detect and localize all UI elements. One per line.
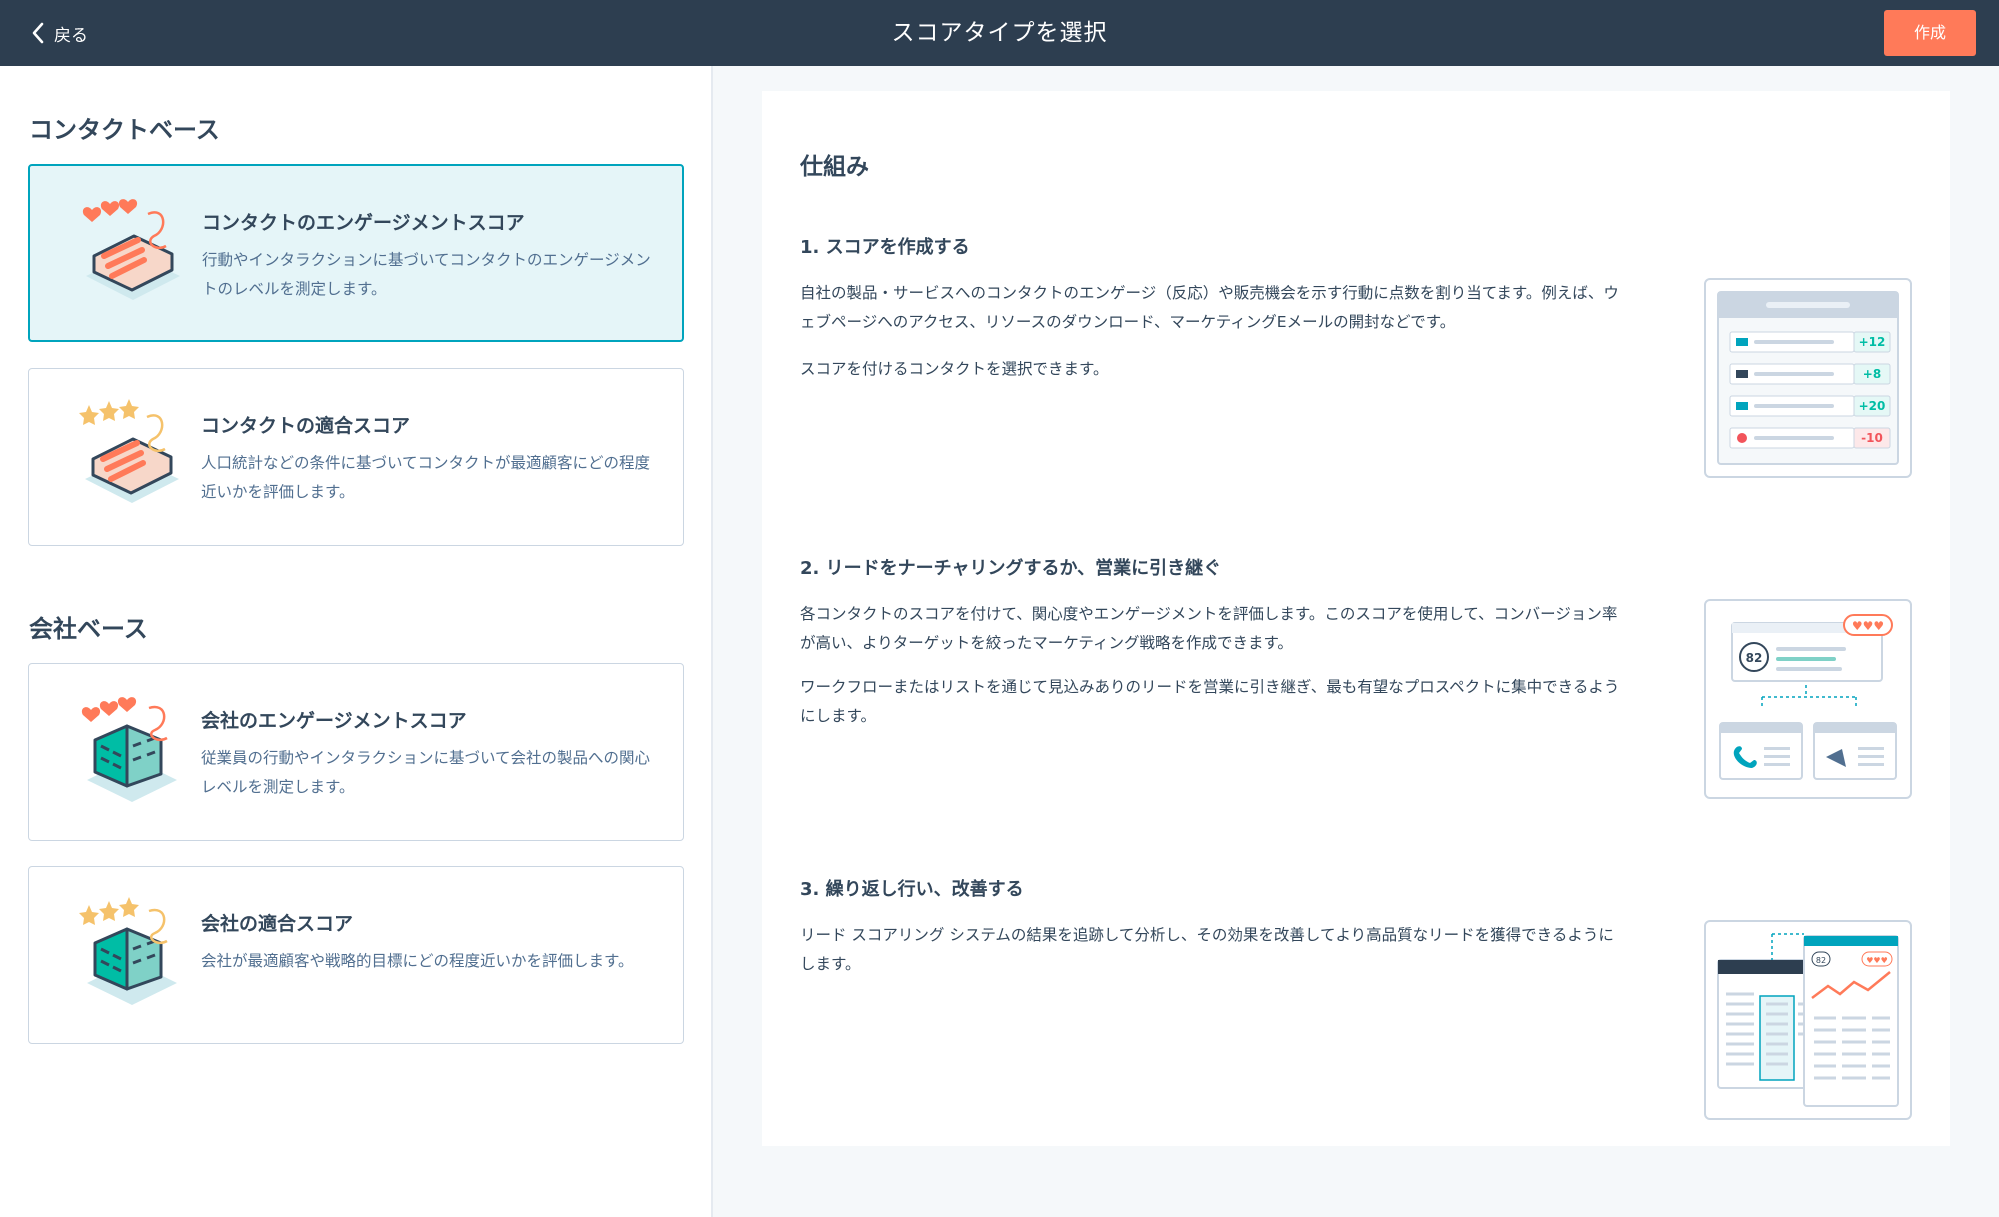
- card-title: 会社のエンゲージメントスコア: [201, 710, 467, 732]
- top-bar: スコアタイプを選択 戻る 作成: [0, 0, 1999, 66]
- contact-engagement-illustration: [82, 199, 180, 300]
- lead-score: 82: [1746, 651, 1763, 665]
- score-value: +20: [1859, 399, 1886, 413]
- card-title: 会社の適合スコア: [201, 913, 354, 935]
- contact-section-heading: コンタクトベース: [29, 116, 220, 144]
- nurture-handoff-illustration: 82 ♥♥♥: [1704, 599, 1912, 799]
- step-2-title: 2. リードをナーチャリングするか、営業に引き継ぐ: [800, 558, 1222, 579]
- chevron-left-icon: [32, 22, 44, 44]
- svg-text:♥♥♥: ♥♥♥: [1852, 619, 1884, 633]
- score-type-list: コンタクトベース コンタクトのエンゲージメントスコア 行動やインタラクションに基…: [0, 66, 713, 1217]
- card-title: コンタクトのエンゲージメントスコア: [202, 212, 525, 234]
- how-it-works-title: 仕組み: [800, 154, 869, 180]
- step-2-text: 各コンタクトのスコアを付けて、関心度やエンゲージメントを評価します。このスコアを…: [800, 605, 1618, 652]
- company-engagement-illustration: [81, 697, 177, 802]
- card-contact-engagement[interactable]: コンタクトのエンゲージメントスコア 行動やインタラクションに基づいてコンタクトの…: [28, 164, 684, 342]
- card-description: 人口統計などの条件に基づいてコンタクトが最適顧客にどの程度近いかを評価します。: [201, 454, 651, 501]
- card-contact-fit[interactable]: コンタクトの適合スコア 人口統計などの条件に基づいてコンタクトが最適顧客にどの程…: [28, 368, 684, 546]
- card-company-engagement[interactable]: 会社のエンゲージメントスコア 従業員の行動やインタラクションに基づいて会社の製品…: [28, 663, 684, 841]
- iterate-improve-illustration: 82 ♥♥♥: [1704, 920, 1912, 1120]
- score-value: +12: [1859, 335, 1886, 349]
- company-fit-illustration: [79, 897, 177, 1005]
- score-value: -10: [1861, 431, 1883, 445]
- how-it-works-panel: 仕組み 1. スコアを作成する 自社の製品・サービスへのコンタクトのエンゲージ（…: [762, 91, 1950, 1146]
- card-description: 行動やインタラクションに基づいてコンタクトのエンゲージメントのレベルを測定します…: [202, 251, 651, 298]
- company-section-heading: 会社ベース: [29, 615, 148, 643]
- step-1-title: 1. スコアを作成する: [800, 237, 970, 258]
- step-2-note: ワークフローまたはリストを通じて見込みありのリードを営業に引き継ぎ、最も有望なプ…: [800, 678, 1620, 725]
- step-3-text: リード スコアリング システムの結果を追跡して分析し、その効果を改善してより高品…: [800, 926, 1614, 973]
- step-3-title: 3. 繰り返し行い、改善する: [800, 879, 1024, 900]
- card-description: 従業員の行動やインタラクションに基づいて会社の製品への関心レベルを測定します。: [201, 749, 651, 796]
- back-button[interactable]: 戻る: [28, 20, 88, 46]
- card-title: コンタクトの適合スコア: [201, 415, 411, 437]
- step-1-text: 自社の製品・サービスへのコンタクトのエンゲージ（反応）や販売機会を示す行動に点数…: [800, 284, 1619, 331]
- create-button[interactable]: 作成: [1884, 10, 1976, 56]
- lead-score: 82: [1816, 956, 1826, 965]
- score-value: +8: [1863, 367, 1881, 381]
- score-rules-graphic: +12 +8 +20 -10: [1717, 291, 1899, 465]
- score-rules-illustration: +12 +8 +20 -10: [1704, 278, 1912, 478]
- back-label: 戻る: [54, 25, 88, 46]
- contact-fit-illustration: [79, 399, 179, 503]
- page-title: スコアタイプを選択: [891, 20, 1108, 46]
- svg-text:♥♥♥: ♥♥♥: [1866, 956, 1888, 965]
- iterate-improve-graphic: 82 ♥♥♥: [1717, 933, 1899, 1107]
- step-1-note: スコアを付けるコンタクトを選択できます。: [800, 360, 1109, 378]
- card-description: 会社が最適顧客や戦略的目標にどの程度近いかを評価します。: [201, 952, 634, 970]
- nurture-handoff-graphic: 82 ♥♥♥: [1719, 614, 1897, 780]
- card-company-fit[interactable]: 会社の適合スコア 会社が最適顧客や戦略的目標にどの程度近いかを評価します。: [28, 866, 684, 1044]
